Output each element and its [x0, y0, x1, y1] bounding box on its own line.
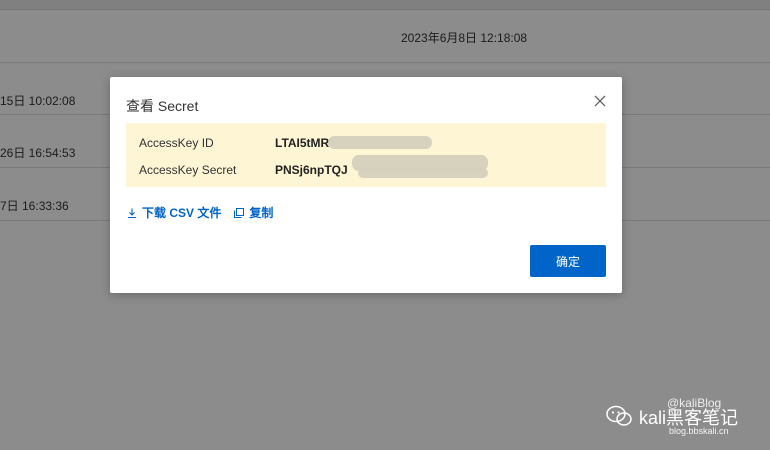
download-csv-label: 下载 CSV 文件	[142, 206, 222, 220]
download-icon	[128, 208, 136, 218]
access-key-id-row: AccessKey ID LTAI5tMR	[139, 133, 329, 153]
watermark-url: blog.bbskali.cn	[669, 426, 729, 436]
download-csv-link[interactable]: 下载 CSV 文件	[126, 204, 221, 221]
action-links: 下载 CSV 文件 复制	[126, 204, 273, 221]
view-secret-dialog: 查看 Secret AccessKey ID LTAI5tMR AccessKe…	[110, 77, 622, 293]
access-key-secret-row: AccessKey Secret PNSj6npTQJ	[139, 160, 348, 180]
access-key-id-label: AccessKey ID	[139, 136, 214, 150]
redaction-mask	[358, 168, 488, 178]
dialog-title: 查看 Secret	[126, 98, 199, 114]
access-key-panel: AccessKey ID LTAI5tMR AccessKey Secret P…	[126, 123, 606, 187]
redaction-mask	[328, 136, 432, 149]
confirm-button[interactable]: 确定	[530, 245, 606, 277]
copy-icon	[234, 207, 245, 218]
close-button[interactable]	[592, 93, 608, 109]
copy-label: 复制	[249, 206, 274, 220]
close-icon	[594, 95, 606, 107]
wechat-icon	[606, 405, 632, 426]
access-key-id-value[interactable]: LTAI5tMR	[275, 136, 329, 150]
access-key-secret-label: AccessKey Secret	[139, 163, 237, 177]
copy-link[interactable]: 复制	[233, 204, 273, 221]
watermark: @kaliBlog kali黑客笔记 blog.bbskali.cn	[605, 396, 765, 442]
access-key-secret-value[interactable]: PNSj6npTQJ	[275, 163, 348, 177]
